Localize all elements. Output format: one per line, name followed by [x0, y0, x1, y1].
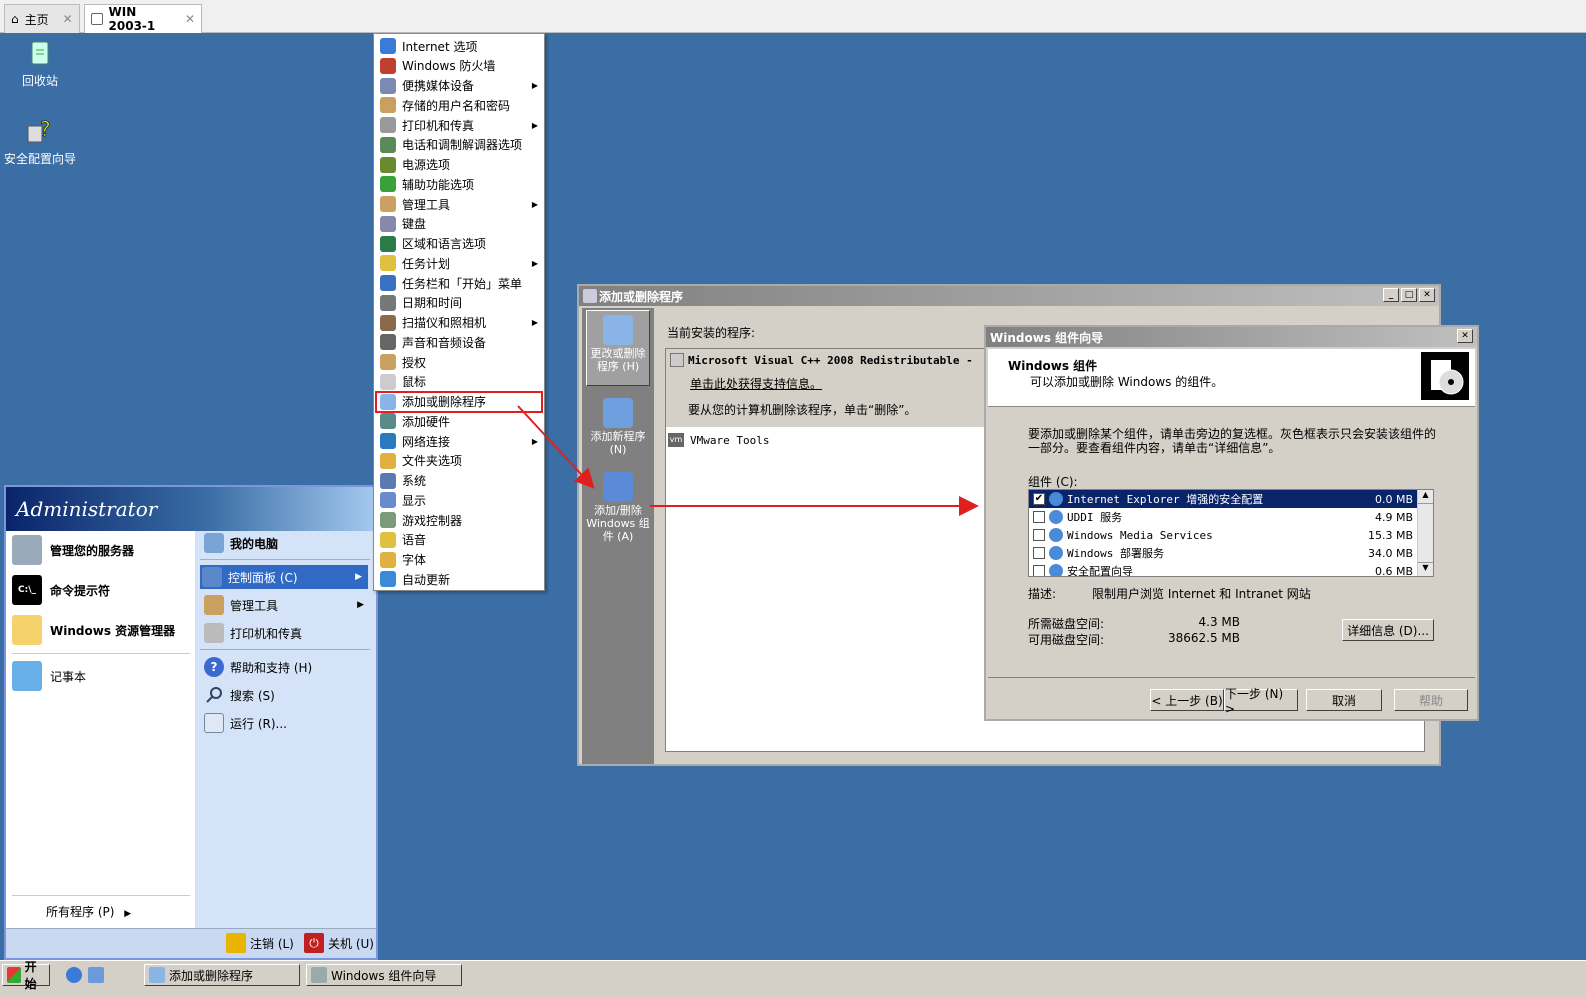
taskbar-item-arp[interactable]: 添加或删除程序 — [144, 964, 300, 986]
explorer-quicklaunch-icon[interactable] — [88, 967, 104, 983]
annotation-arrow-1 — [517, 405, 595, 489]
wizard-icon — [311, 967, 327, 983]
start-button[interactable]: 开始 — [2, 960, 50, 991]
taskbar-item-label: 添加或删除程序 — [169, 968, 254, 983]
taskbar: 开始 添加或删除程序 Windows 组件向导 — [0, 960, 1586, 997]
taskbar-item-label: Windows 组件向导 — [331, 968, 437, 983]
annotation-arrows — [517, 405, 979, 516]
taskbar-item-wizard[interactable]: Windows 组件向导 — [306, 964, 462, 986]
start-label: 开始 — [24, 960, 37, 991]
windows-logo-icon — [7, 967, 21, 983]
ie-icon[interactable] — [66, 967, 82, 983]
programs-icon — [149, 967, 165, 983]
